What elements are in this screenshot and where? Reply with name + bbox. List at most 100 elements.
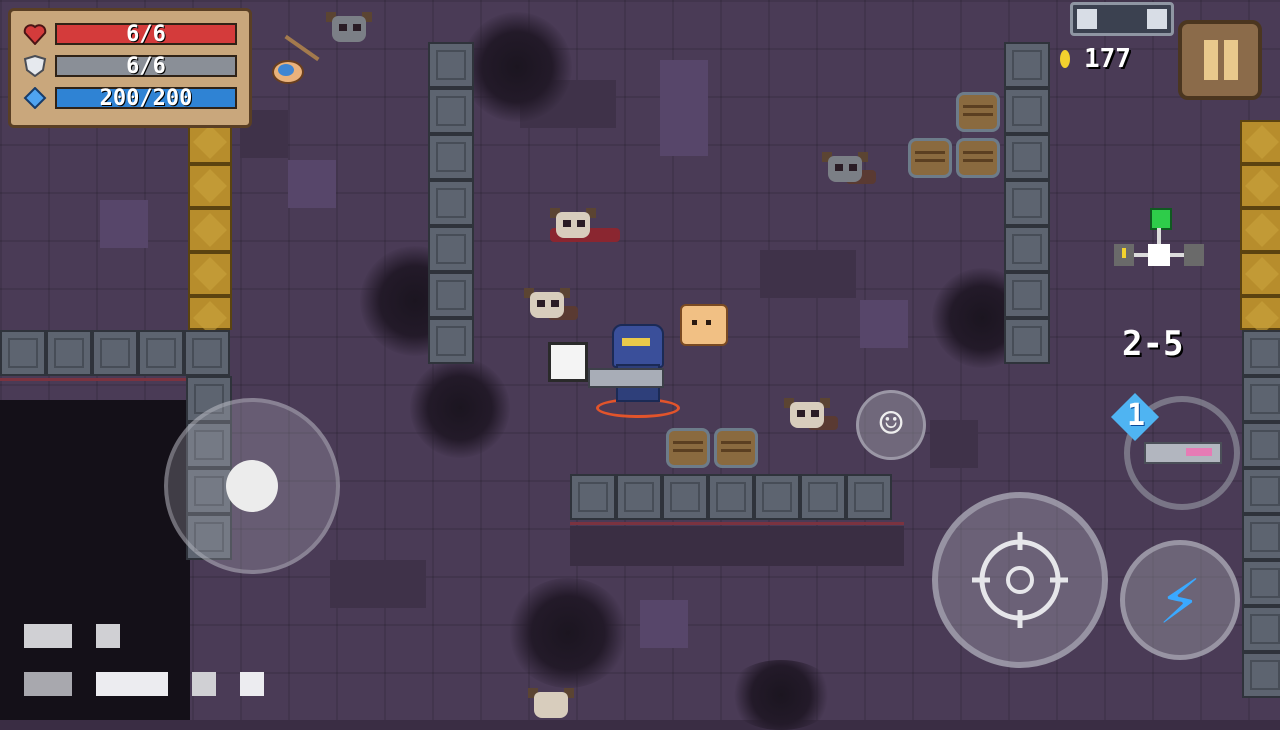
wall-block (428, 134, 474, 180)
floor-tile (760, 250, 856, 298)
current-room-icon (1148, 244, 1170, 266)
wall-block (1242, 514, 1280, 560)
emote-button[interactable]: ☺ (856, 390, 926, 460)
wooden-barrel[interactable] (908, 138, 952, 178)
wooden-barrel[interactable] (714, 428, 758, 468)
player-gun (588, 368, 664, 388)
floor-tile (288, 160, 336, 208)
wooden-barrel[interactable] (666, 428, 710, 468)
gold-block (188, 296, 232, 330)
gold-block (1240, 208, 1280, 252)
pixel-block (24, 672, 72, 696)
skill-button[interactable]: ⚡ (1120, 540, 1240, 660)
pixel-block (240, 672, 264, 696)
floor-tile (660, 60, 708, 156)
wall-block (1242, 376, 1280, 422)
enemy-goblin-skull[interactable] (784, 398, 838, 432)
diamond-icon (23, 87, 47, 109)
stone-wall (1004, 42, 1050, 364)
wall-block (1004, 318, 1050, 364)
wall-block (428, 42, 474, 88)
coin-counter: 177 (1060, 44, 1131, 74)
health-row: 6/6 (23, 21, 237, 47)
energy-value: 200/200 (99, 85, 193, 111)
wall-block (1004, 226, 1050, 272)
gold-block (1240, 120, 1280, 164)
buff-icon[interactable] (272, 34, 320, 84)
wall-trim (570, 522, 904, 525)
wooden-barrel[interactable] (956, 138, 1000, 178)
floor-tile (860, 300, 908, 348)
wall-block (428, 318, 474, 364)
pixel-block (96, 672, 168, 696)
gold-block (1240, 164, 1280, 208)
exit-room-icon (1150, 208, 1172, 230)
wall-block (428, 226, 474, 272)
floor-tile (930, 420, 978, 468)
enemy-skull-corpse (528, 688, 578, 722)
shield-icon (23, 55, 47, 77)
coin-icon (1060, 50, 1070, 68)
wall-block (184, 330, 230, 376)
gold-block (188, 208, 232, 252)
floor-tile (640, 600, 688, 648)
enemy-skull-knight[interactable] (822, 152, 876, 186)
stone-wall (0, 330, 230, 376)
pixel-block (24, 624, 72, 648)
wall-block (754, 474, 800, 520)
weapon-swap-icon (1144, 442, 1222, 464)
floor-tile (330, 560, 426, 608)
wall-block (1242, 422, 1280, 468)
wooden-barrel[interactable] (956, 92, 1000, 132)
wall-block (46, 330, 92, 376)
floor-crack (508, 578, 628, 688)
smiley-icon: ☺ (878, 401, 904, 447)
wall-block (1004, 180, 1050, 226)
wall-block (1242, 468, 1280, 514)
wall-block (1242, 560, 1280, 606)
health-bar: 6/6 (55, 21, 237, 47)
pause-button[interactable] (1178, 20, 1262, 100)
heart-icon (23, 24, 47, 45)
wall-block (708, 474, 754, 520)
wall-block (428, 272, 474, 318)
weapon-rack-icon (1070, 2, 1174, 36)
chest-icon[interactable] (548, 342, 588, 382)
floor-tile (100, 200, 148, 248)
wall-block (1004, 272, 1050, 318)
wall-block (662, 474, 708, 520)
enemy-skull-corpse (550, 208, 620, 242)
player-stats-panel: 6/6 6/6 200/200 (8, 8, 252, 128)
room-icon (1114, 244, 1134, 266)
stone-wall (428, 42, 474, 364)
joystick-knob[interactable] (226, 460, 278, 512)
pixel-block (192, 672, 216, 696)
enemy-goblin-skull[interactable] (524, 288, 578, 322)
armor-bar: 6/6 (55, 53, 237, 79)
wall-block (1004, 88, 1050, 134)
wall-block (1242, 652, 1280, 698)
player-knight[interactable] (608, 324, 664, 404)
attack-button[interactable] (932, 492, 1108, 668)
room-icon (1184, 244, 1204, 266)
level-indicator: 2-5 (1122, 324, 1184, 364)
wall-block (1004, 42, 1050, 88)
armor-value: 6/6 (126, 53, 166, 79)
floor-crack (410, 358, 510, 458)
floor-crack (462, 12, 572, 122)
coin-value: 177 (1084, 44, 1131, 74)
pause-icon (1204, 40, 1218, 80)
minimap[interactable] (1108, 206, 1212, 276)
stone-wall (570, 474, 892, 520)
wall-block (428, 88, 474, 134)
gold-block (188, 164, 232, 208)
health-value: 6/6 (126, 21, 166, 47)
enemy-skull-knight[interactable] (326, 12, 376, 46)
wall-block (570, 474, 616, 520)
pet-cat (680, 304, 728, 346)
stone-wall (1242, 330, 1280, 698)
weapon-slot-count: 1 (1126, 398, 1146, 433)
wall-block (1242, 606, 1280, 652)
wall-block (0, 330, 46, 376)
crosshair-icon (972, 532, 1068, 628)
